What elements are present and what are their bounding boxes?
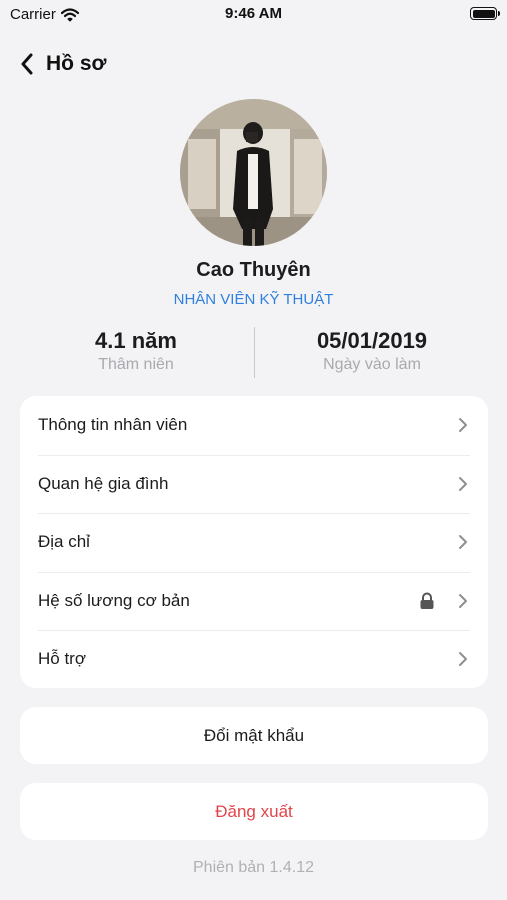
menu-item-label: Hệ số lương cơ bản	[38, 590, 190, 610]
menu-item-family[interactable]: Quan hệ gia đình	[20, 454, 488, 514]
change-password-button[interactable]: Đổi mật khẩu	[20, 707, 488, 764]
stats-divider	[254, 327, 255, 378]
back-navigation[interactable]: Hồ sơ	[14, 44, 106, 84]
chevron-right-icon	[456, 416, 470, 434]
chevron-right-icon	[456, 592, 470, 610]
seniority-label: Thâm niên	[98, 356, 174, 373]
app-version: Phiên bản 1.4.12	[193, 859, 314, 876]
employee-role: NHÂN VIÊN KỸ THUẬT	[173, 291, 334, 308]
menu-item-label: Thông tin nhân viên	[38, 415, 188, 435]
menu-item-employee-info[interactable]: Thông tin nhân viên	[20, 396, 488, 455]
menu-item-address[interactable]: Địa chỉ	[20, 513, 488, 572]
chevron-right-icon	[456, 650, 470, 668]
battery-level	[472, 9, 495, 18]
chevron-left-icon[interactable]	[14, 51, 40, 77]
wifi-icon	[60, 7, 79, 22]
avatar	[180, 99, 327, 246]
employee-name: Cao Thuyên	[196, 259, 311, 281]
profile-menu: Thông tin nhân viên Quan hệ gia đình Địa…	[20, 396, 488, 688]
menu-item-support[interactable]: Hỗ trợ	[20, 630, 488, 689]
status-bar: Carrier 9:46 AM	[0, 0, 507, 28]
menu-item-label: Địa chỉ	[38, 532, 90, 552]
start-date-value: 05/01/2019	[316, 328, 428, 353]
battery-icon	[470, 7, 500, 20]
menu-item-salary[interactable]: Hệ số lương cơ bản	[20, 571, 488, 631]
start-date-label: Ngày vào làm	[323, 356, 421, 373]
carrier-label: Carrier	[10, 6, 56, 23]
chevron-right-icon	[456, 475, 470, 493]
seniority-stat: 4.1 năm Thâm niên	[20, 327, 252, 375]
seniority-value: 4.1 năm	[95, 328, 177, 353]
stats-row: 4.1 năm Thâm niên 05/01/2019 Ngày vào là…	[20, 327, 488, 379]
logout-button[interactable]: Đăng xuất	[20, 783, 488, 840]
menu-item-label: Quan hệ gia đình	[38, 473, 169, 493]
carrier-indicator: Carrier	[10, 6, 79, 23]
start-date-stat: 05/01/2019 Ngày vào làm	[256, 327, 488, 375]
lock-icon	[418, 592, 436, 610]
menu-item-label: Hỗ trợ	[38, 649, 86, 669]
page-title: Hồ sơ	[46, 52, 107, 75]
chevron-right-icon	[456, 533, 470, 551]
